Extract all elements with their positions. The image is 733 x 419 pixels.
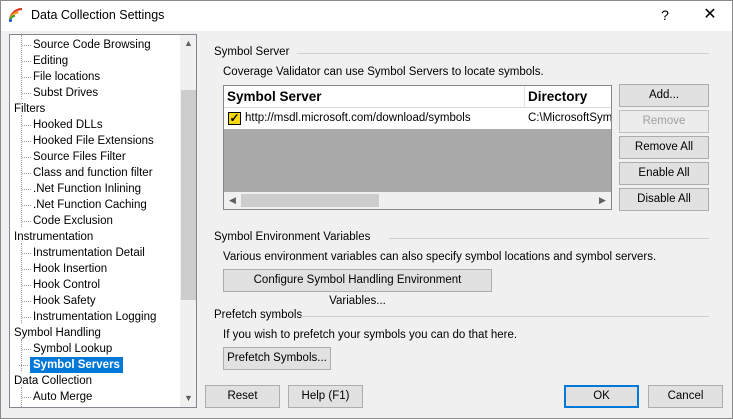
symbol-server-list[interactable]: Symbol Server Directory ✓ http://msdl.mi… [223,85,612,210]
tree-item-code-exclusion[interactable]: Code Exclusion [22,213,113,229]
group-divider [301,316,709,317]
tree-item-instrumentation[interactable]: Instrumentation [14,229,93,245]
help-icon[interactable]: ? [651,3,679,27]
cancel-button[interactable]: Cancel [648,385,723,408]
group-divider [389,238,709,239]
tree-item-net-function-caching[interactable]: .Net Function Caching [22,197,147,213]
server-cell: http://msdl.microsoft.com/download/symbo… [245,112,471,124]
tree-item-auto-merge[interactable]: Auto Merge [21,389,92,405]
app-icon [8,7,23,23]
tree-item-instrumentation-logging[interactable]: Instrumentation Logging [21,309,156,325]
tree-item-class-and-function-filter[interactable]: Class and function filter [22,165,153,181]
scroll-down-icon[interactable]: ▼ [180,390,196,407]
prefetch-symbols-button[interactable]: Prefetch Symbols... [223,347,331,370]
tree-item-hook-safety[interactable]: Hook Safety [22,293,96,309]
tree-item-editing[interactable]: Editing [21,53,68,69]
remove-button[interactable]: Remove [619,110,709,133]
tree-content: Source Code Browsing Editing File location… [10,35,180,407]
directory-cell: C:\MicrosoftSym [528,112,612,124]
window-title: Data Collection Settings [31,8,165,22]
tree-item-symbol-handling[interactable]: Symbol Handling [14,325,101,341]
tree-scrollbar[interactable]: ▲ ▼ [180,35,196,407]
prefetch-description: If you wish to prefetch your symbols you… [223,329,518,341]
tree-item-subst-drives[interactable]: Subst Drives [21,85,98,101]
scroll-left-icon[interactable]: ◀ [224,192,241,209]
remove-all-button[interactable]: Remove All [619,136,709,159]
tree-item-filters[interactable]: Filters [14,101,45,117]
list-horizontal-scrollbar[interactable]: ◀ ▶ [224,192,611,209]
tree-item-net-function-inlining[interactable]: .Net Function Inlining [21,181,141,197]
list-scroll-thumb[interactable] [241,194,379,207]
disable-all-button[interactable]: Disable All [619,188,709,211]
tree-connector [21,243,22,323]
scroll-up-icon[interactable]: ▲ [180,35,196,52]
symbol-server-group-title: Symbol Server [214,46,290,58]
tree-scroll-thumb[interactable] [181,90,196,300]
env-vars-description: Various environment variables can also s… [223,251,657,263]
configure-env-vars-button[interactable]: Configure Symbol Handling Environment Va… [223,269,492,307]
env-vars-group-title: Symbol Environment Variables [214,231,371,243]
tree-item-data-collection[interactable]: Data Collection [14,373,92,389]
title-bar: Data Collection Settings ? ✕ [1,1,732,31]
tree-connector [21,115,22,227]
reset-button[interactable]: Reset [205,385,280,408]
tree-connector [21,339,22,371]
tree-item-symbol-lookup[interactable]: Symbol Lookup [21,341,112,357]
tree-item-symbol-servers[interactable]: Symbol Servers [19,357,123,373]
group-divider [297,53,709,54]
list-header: Symbol Server Directory [224,86,611,108]
prefetch-group-title: Prefetch symbols [214,309,303,321]
tree-item-hooked-dlls[interactable]: Hooked DLLs [22,117,103,133]
column-header-directory[interactable]: Directory [525,86,611,108]
enable-checkbox[interactable]: ✓ [228,112,241,125]
tree-item-instrumentation-detail[interactable]: Instrumentation Detail [22,245,145,261]
tree-item-hook-insertion[interactable]: Hook Insertion [21,261,107,277]
tree-item-hooked-file-extensions[interactable]: Hooked File Extensions [22,133,154,149]
dialog-window: Data Collection Settings ? ✕ Source Code… [0,0,733,419]
tree-item-hook-control[interactable]: Hook Control [21,277,100,293]
symbol-server-description: Coverage Validator can use Symbol Server… [223,66,544,78]
enable-all-button[interactable]: Enable All [619,162,709,185]
ok-button[interactable]: OK [564,385,639,408]
table-row[interactable]: ✓ http://msdl.microsoft.com/download/sym… [224,108,611,129]
close-icon[interactable]: ✕ [695,3,725,27]
add-button[interactable]: Add... [619,84,709,107]
settings-tree[interactable]: Source Code Browsing Editing File location… [9,34,197,408]
tree-item-file-locations[interactable]: File locations [21,69,100,85]
column-header-symbol-server[interactable]: Symbol Server [224,86,525,108]
tree-item-source-code-browsing[interactable]: Source Code Browsing [22,37,151,53]
tree-item-source-files-filter[interactable]: Source Files Filter [22,149,126,165]
scroll-right-icon[interactable]: ▶ [594,192,611,209]
help-button[interactable]: Help (F1) [288,385,363,408]
